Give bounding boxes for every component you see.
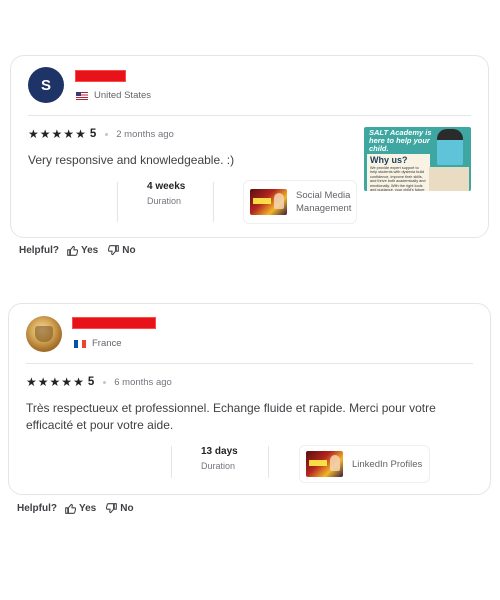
star-icon: ★	[37, 375, 49, 389]
divider	[26, 363, 473, 364]
rating-value: 5	[87, 376, 95, 388]
duration-block: 4 weeks Duration	[147, 180, 197, 208]
separator-dot	[105, 132, 109, 136]
no-label: No	[120, 503, 134, 514]
helpful-label: Helpful?	[19, 245, 59, 256]
attachment-subhead: Why us?	[370, 155, 408, 165]
thumbs-down-icon	[108, 245, 120, 256]
helpful-no-button[interactable]: No	[106, 503, 134, 514]
us-flag-icon	[76, 91, 88, 100]
attachment-table	[429, 167, 469, 191]
thumbs-up-icon	[67, 245, 78, 256]
reviewer-name[interactable]: Anonymous	[72, 317, 156, 329]
gig-thumbnail	[250, 189, 287, 215]
review-time: 2 months ago	[116, 128, 174, 140]
fr-flag-icon	[74, 339, 86, 348]
star-icon: ★	[63, 127, 75, 141]
attachment-body: We provide expert support to help studen…	[370, 166, 426, 191]
duration-label: Duration	[201, 461, 236, 471]
review-text: Very responsive and knowledgeable. :)	[28, 153, 235, 167]
star-icon: ★	[49, 375, 61, 389]
reviewer-country: France	[74, 338, 122, 349]
avatar-letter: S	[40, 76, 51, 94]
no-label: No	[122, 245, 136, 256]
duration-block: 13 days Duration	[201, 445, 251, 473]
star-icon: ★	[61, 375, 73, 389]
thumbs-down-icon	[106, 503, 118, 514]
attachment-headline: SALT Academy is here to help your child.	[369, 128, 432, 153]
star-icon: ★	[73, 375, 84, 389]
rating-row: ★ ★ ★ ★ ★ 5 6 months ago	[26, 376, 172, 388]
star-icon: ★	[26, 375, 37, 389]
star-icon: ★	[39, 127, 51, 141]
gig-card[interactable]: LinkedIn Profiles	[299, 445, 430, 483]
review-text: Très respectueux et professionnel. Echan…	[26, 401, 436, 432]
vertical-divider	[171, 446, 172, 478]
duration-value: 4 weeks	[147, 181, 186, 192]
thumbs-up-icon	[65, 503, 76, 514]
helpful-no-button[interactable]: No	[108, 245, 136, 256]
helpful-yes-button[interactable]: Yes	[67, 245, 98, 256]
review-time: 6 months ago	[114, 376, 172, 388]
vertical-divider	[117, 182, 118, 222]
attachment-person	[437, 129, 463, 165]
review-attachment-image[interactable]: SALT Academy is here to help your child.…	[364, 127, 471, 191]
yes-label: Yes	[81, 245, 99, 256]
rating-row: ★ ★ ★ ★ ★ 5 2 months ago	[28, 128, 174, 140]
helpful-label: Helpful?	[17, 503, 57, 514]
gig-title: Social Media Management	[296, 190, 352, 214]
helpful-row: Helpful? Yes No	[17, 503, 144, 514]
duration-value: 13 days	[201, 446, 238, 457]
avatar[interactable]: S	[28, 67, 64, 103]
divider	[28, 115, 471, 116]
country-name: France	[92, 338, 122, 349]
duration-label: Duration	[147, 196, 182, 206]
star-icon: ★	[51, 127, 63, 141]
gig-thumbnail	[306, 451, 343, 477]
vertical-divider	[213, 182, 214, 222]
gig-card[interactable]: Social Media Management	[243, 180, 357, 224]
star-icon: ★	[75, 127, 86, 141]
helpful-row: Helpful? Yes No	[19, 245, 146, 256]
separator-dot	[103, 380, 107, 384]
country-name: United States	[94, 90, 152, 101]
avatar[interactable]	[26, 316, 62, 352]
helpful-yes-button[interactable]: Yes	[65, 503, 96, 514]
reviewer-name[interactable]: Anonymous	[75, 70, 126, 82]
yes-label: Yes	[79, 503, 97, 514]
star-icon: ★	[28, 127, 39, 141]
vertical-divider	[268, 446, 269, 478]
reviewer-country: United States	[76, 90, 151, 101]
gig-title: LinkedIn Profiles	[352, 458, 423, 470]
rating-value: 5	[89, 128, 97, 140]
